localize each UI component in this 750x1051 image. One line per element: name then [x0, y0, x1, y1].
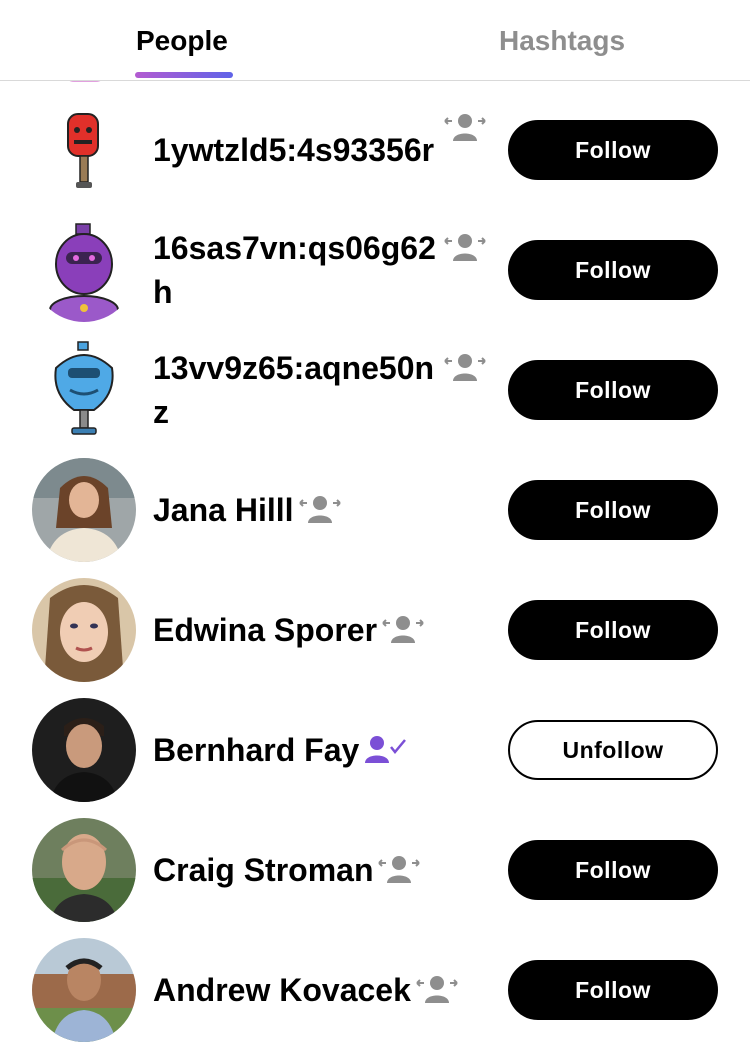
user-photo-avatar [32, 458, 136, 562]
follow-request-icon [415, 973, 459, 1008]
avatar[interactable] [32, 938, 136, 1042]
user-name[interactable]: Jana Hilll [153, 488, 294, 532]
follow-button[interactable]: Follow [508, 840, 718, 900]
purple-robot-avatar [32, 218, 136, 322]
active-tab-indicator [135, 72, 233, 78]
user-name[interactable]: Craig Stroman [153, 848, 373, 892]
list-item: 16sas7vn:qs06g62h Follow [0, 210, 750, 330]
follow-button[interactable]: Follow [508, 960, 718, 1020]
user-name[interactable]: 1ywtzld5:4s93356r [153, 128, 443, 172]
follow-request-icon [443, 111, 487, 146]
list-item: Bernhard Fay Unfollow [0, 690, 750, 810]
avatar[interactable] [32, 218, 136, 322]
follow-button[interactable]: Follow [508, 240, 718, 300]
avatar[interactable] [32, 698, 136, 802]
user-photo-avatar [32, 938, 136, 1042]
avatar[interactable] [32, 338, 136, 442]
tab-hashtags[interactable]: Hashtags [499, 25, 625, 57]
follow-request-icon [443, 351, 487, 386]
list-item: Edwina Sporer Follow [0, 570, 750, 690]
follow-request-icon [298, 493, 342, 528]
red-robot-avatar [32, 98, 136, 202]
user-name[interactable]: Edwina Sporer [153, 608, 377, 652]
list-item: Andrew Kovacek Follow [0, 930, 750, 1050]
list-item: 1ywtzld5:4s93356r Follow [0, 90, 750, 210]
follow-request-icon [377, 853, 421, 888]
user-name[interactable]: 13vv9z65:aqne50nz [153, 346, 443, 434]
blue-robot-avatar [32, 338, 136, 442]
avatar[interactable] [32, 818, 136, 922]
list-item: Jana Hilll Follow [0, 450, 750, 570]
user-name[interactable]: Bernhard Fay [153, 728, 359, 772]
avatar[interactable] [32, 578, 136, 682]
user-name[interactable]: 16sas7vn:qs06g62h [153, 226, 443, 314]
follow-button[interactable]: Follow [508, 600, 718, 660]
tab-people[interactable]: People [136, 25, 228, 57]
user-photo-avatar [32, 818, 136, 922]
people-list: 1ywtzld5:4s93356r Follow 16sas7vn:qs06g6… [0, 90, 750, 1050]
list-item: 13vv9z65:aqne50nz Follow [0, 330, 750, 450]
user-name[interactable]: Andrew Kovacek [153, 968, 411, 1012]
user-photo-avatar [32, 578, 136, 682]
follow-request-icon [381, 613, 425, 648]
follow-button[interactable]: Follow [508, 120, 718, 180]
user-photo-avatar [32, 698, 136, 802]
tab-bar: People Hashtags [0, 0, 750, 81]
list-item: Craig Stroman Follow [0, 810, 750, 930]
follow-button[interactable]: Follow [508, 480, 718, 540]
following-check-icon [363, 733, 407, 768]
follow-request-icon [443, 231, 487, 266]
follow-button[interactable]: Follow [508, 360, 718, 420]
avatar[interactable] [32, 458, 136, 562]
unfollow-button[interactable]: Unfollow [508, 720, 718, 780]
avatar[interactable] [32, 98, 136, 202]
